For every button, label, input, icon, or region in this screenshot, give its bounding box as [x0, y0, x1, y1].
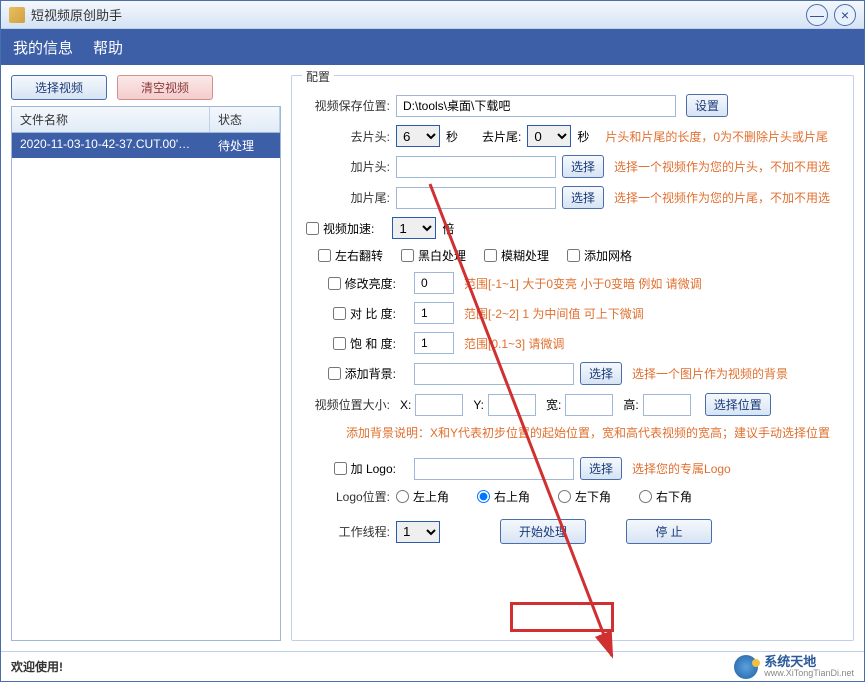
titlebar: 短视频原创助手 — × — [1, 1, 864, 29]
brand: 系统天地 www.XiTongTianDi.net — [734, 655, 854, 679]
statusbar: 欢迎使用! 系统天地 www.XiTongTianDi.net — [1, 651, 864, 681]
flip-checkbox[interactable]: 左右翻转 — [318, 247, 383, 264]
col-header-status[interactable]: 状态 — [210, 107, 280, 132]
status-text: 欢迎使用! — [11, 658, 734, 675]
logo-checkbox[interactable]: 加 Logo: — [306, 460, 396, 477]
brightness-input[interactable] — [414, 272, 454, 294]
x-input[interactable] — [415, 394, 463, 416]
close-button[interactable]: × — [834, 4, 856, 26]
select-bg-button[interactable]: 选择 — [580, 362, 622, 385]
logo-hint: 选择您的专属Logo — [632, 460, 731, 477]
brightness-hint: 范围[-1~1] 大于0变亮 小于0变暗 例如 请微调 — [464, 275, 702, 292]
save-path-input[interactable] — [396, 95, 676, 117]
trim-hint: 片头和片尾的长度，0为不删除片头或片尾 — [605, 128, 828, 145]
h-input[interactable] — [643, 394, 691, 416]
speed-suffix: 倍 — [442, 220, 454, 237]
bw-checkbox[interactable]: 黑白处理 — [401, 247, 466, 264]
y-label: Y: — [473, 398, 484, 412]
add-tail-input[interactable] — [396, 187, 556, 209]
add-head-label: 加片头: — [306, 158, 396, 175]
contrast-input[interactable] — [414, 302, 454, 324]
contrast-hint: 范围[-2~2] 1 为中间值 可上下微调 — [464, 305, 644, 322]
start-button[interactable]: 开始处理 — [500, 519, 586, 544]
select-tail-button[interactable]: 选择 — [562, 186, 604, 209]
h-label: 高: — [623, 396, 638, 413]
seconds-label-2: 秒 — [577, 128, 589, 145]
menu-help[interactable]: 帮助 — [93, 37, 123, 58]
speed-checkbox[interactable]: 视频加速: — [306, 220, 374, 237]
window-title: 短视频原创助手 — [31, 5, 800, 24]
brightness-checkbox[interactable]: 修改亮度: — [306, 275, 396, 292]
set-path-button[interactable]: 设置 — [686, 94, 728, 117]
logo-pos-bl[interactable]: 左下角 — [558, 488, 611, 505]
stop-button[interactable]: 停 止 — [626, 519, 712, 544]
select-logo-button[interactable]: 选择 — [580, 457, 622, 480]
y-input[interactable] — [488, 394, 536, 416]
blur-checkbox[interactable]: 模糊处理 — [484, 247, 549, 264]
bg-checkbox[interactable]: 添加背景: — [306, 365, 396, 382]
select-pos-button[interactable]: 选择位置 — [705, 393, 771, 416]
w-label: 宽: — [546, 396, 561, 413]
trim-head-select[interactable]: 6 — [396, 125, 440, 147]
threads-select[interactable]: 1 — [396, 521, 440, 543]
speed-select[interactable]: 1 — [392, 217, 436, 239]
saturation-checkbox[interactable]: 饱 和 度: — [306, 335, 396, 352]
brand-sub: www.XiTongTianDi.net — [764, 668, 854, 678]
w-input[interactable] — [565, 394, 613, 416]
contrast-checkbox[interactable]: 对 比 度: — [306, 305, 396, 322]
saturation-input[interactable] — [414, 332, 454, 354]
grid-checkbox[interactable]: 添加网格 — [567, 247, 632, 264]
add-head-hint: 选择一个视频作为您的片头，不加不用选 — [614, 158, 830, 175]
col-header-name[interactable]: 文件名称 — [12, 107, 210, 132]
table-row[interactable]: 2020-11-03-10-42-37.CUT.00'… 待处理 — [12, 133, 280, 158]
logo-input[interactable] — [414, 458, 574, 480]
trim-tail-label: 去片尾: — [482, 128, 521, 145]
add-head-input[interactable] — [396, 156, 556, 178]
bg-hint: 选择一个图片作为视频的背景 — [632, 365, 788, 382]
trim-tail-select[interactable]: 0 — [527, 125, 571, 147]
bg-input[interactable] — [414, 363, 574, 385]
config-group: 配置 视频保存位置: 设置 去片头: 6 秒 去片尾: 0 秒 片头和片尾的长度… — [291, 75, 854, 641]
trim-head-label: 去片头: — [306, 128, 396, 145]
saturation-hint: 范围[0.1~3] 请微调 — [464, 335, 564, 352]
brand-icon — [734, 655, 758, 679]
x-label: X: — [400, 398, 411, 412]
minimize-button[interactable]: — — [806, 4, 828, 26]
pos-label: 视频位置大小: — [306, 396, 396, 413]
clear-video-button[interactable]: 清空视频 — [117, 75, 213, 100]
menu-my-info[interactable]: 我的信息 — [13, 37, 73, 58]
menubar: 我的信息 帮助 — [1, 29, 864, 65]
select-head-button[interactable]: 选择 — [562, 155, 604, 178]
file-table: 文件名称 状态 2020-11-03-10-42-37.CUT.00'… 待处理 — [11, 106, 281, 641]
logo-pos-label: Logo位置: — [306, 488, 396, 505]
cell-name: 2020-11-03-10-42-37.CUT.00'… — [12, 133, 210, 158]
logo-pos-br[interactable]: 右下角 — [639, 488, 692, 505]
seconds-label-1: 秒 — [446, 128, 458, 145]
cell-status: 待处理 — [210, 133, 280, 158]
app-icon — [9, 7, 25, 23]
threads-label: 工作线程: — [306, 523, 396, 540]
add-tail-label: 加片尾: — [306, 189, 396, 206]
highlight-start-button — [510, 602, 614, 632]
brand-main: 系统天地 — [764, 655, 854, 668]
logo-pos-tl[interactable]: 左上角 — [396, 488, 449, 505]
select-video-button[interactable]: 选择视频 — [11, 75, 107, 100]
save-path-label: 视频保存位置: — [306, 97, 396, 114]
pos-hint: 添加背景说明：X和Y代表初步位置的起始位置，宽和高代表视频的宽高；建议手动选择位… — [346, 424, 830, 441]
logo-pos-tr[interactable]: 右上角 — [477, 488, 530, 505]
config-title: 配置 — [302, 68, 334, 85]
add-tail-hint: 选择一个视频作为您的片尾，不加不用选 — [614, 189, 830, 206]
